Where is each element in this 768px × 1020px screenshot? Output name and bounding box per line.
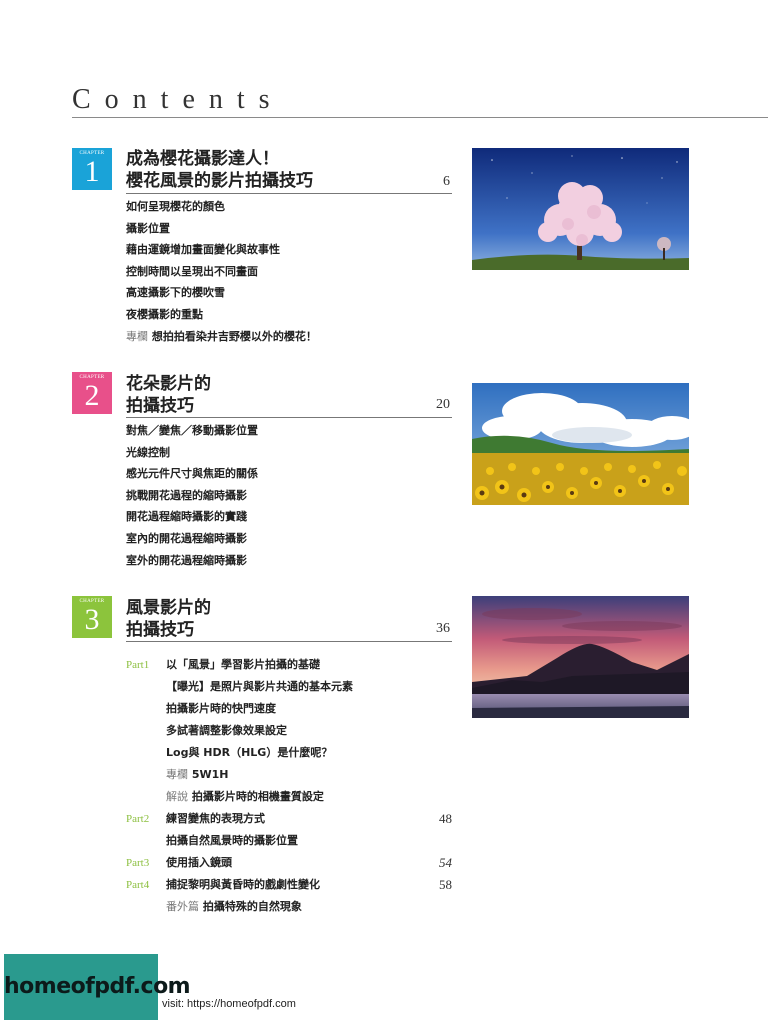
toc-item[interactable]: 拍攝影片時的快門速度 xyxy=(126,698,452,720)
toc-item[interactable]: 藉由運鏡增加畫面變化與故事性 xyxy=(126,239,317,261)
toc-item[interactable]: 解說 拍攝影片時的相機畫質設定 xyxy=(126,786,452,808)
chapter-3-rule xyxy=(126,641,452,642)
toc-item[interactable]: 專欄 5W1H xyxy=(126,764,452,786)
item-prefix: 番外篇 xyxy=(166,900,199,913)
toc-item[interactable]: Part1 以「風景」學習影片拍攝的基礎 xyxy=(126,654,452,676)
toc-item[interactable]: Part2 練習變焦的表現方式 48 xyxy=(126,808,452,830)
toc-item-text: 練習變焦的表現方式 xyxy=(166,812,265,825)
toc-item-text: 開花過程縮時攝影的實踐 xyxy=(126,510,247,524)
part-label: Part3 xyxy=(126,857,150,869)
toc-item[interactable]: 挑戰開花過程的縮時攝影 xyxy=(126,485,258,507)
toc-item-text: 想拍拍看染井吉野櫻以外的櫻花！ xyxy=(151,329,317,343)
item-page: 48 xyxy=(439,811,452,826)
mount-fuji-photo xyxy=(472,596,689,718)
item-page: 58 xyxy=(439,877,452,892)
toc-item-text: 對焦／變焦／移動攝影位置 xyxy=(126,424,258,437)
visit-link[interactable]: visit: https://homeofpdf.com xyxy=(162,998,296,1010)
item-prefix: 專欄 xyxy=(166,768,188,781)
item-page: 54 xyxy=(439,855,452,870)
sunflower-field-photo xyxy=(472,383,689,505)
toc-item[interactable]: Part4 捕捉黎明與黃昏時的戲劇性變化 58 xyxy=(126,874,452,896)
toc-item-text: Log與 HDR（HLG）是什麼呢？ xyxy=(166,746,333,759)
toc-item-text: 捕捉黎明與黃昏時的戲劇性變化 xyxy=(166,878,320,891)
toc-item[interactable]: 多試著調整影像效果設定 xyxy=(126,720,452,742)
toc-item[interactable]: 拍攝自然風景時的攝影位置 xyxy=(126,830,452,852)
chapter-1-rule xyxy=(126,193,452,194)
chapter-3-title[interactable]: 風景影片的 拍攝技巧 xyxy=(126,597,211,641)
toc-item-text: 藉由運鏡增加畫面變化與故事性 xyxy=(126,243,280,257)
toc-item-text: 拍攝影片時的快門速度 xyxy=(166,702,276,715)
title-divider xyxy=(72,117,768,118)
toc-item[interactable]: 如何呈現櫻花的顏色 xyxy=(126,196,317,218)
item-prefix: 解說 xyxy=(166,790,188,803)
toc-item-text: 使用插入鏡頭 xyxy=(166,856,232,869)
toc-item[interactable]: 攝影位置 xyxy=(126,218,317,240)
toc-item-text: 拍攝自然風景時的攝影位置 xyxy=(166,834,298,847)
toc-item-text: 5W1H xyxy=(191,768,229,781)
toc-item-text: 控制時間以呈現出不同畫面 xyxy=(126,264,258,278)
toc-item[interactable]: 【曝光】是照片與影片共通的基本元素 xyxy=(126,676,452,698)
chapter-1-items: 如何呈現櫻花的顏色 攝影位置 藉由運鏡增加畫面變化與故事性 控制時間以呈現出不同… xyxy=(126,196,317,347)
toc-item[interactable]: 對焦／變焦／移動攝影位置 xyxy=(126,420,258,442)
part-label: Part4 xyxy=(126,879,150,891)
toc-item-text: 挑戰開花過程的縮時攝影 xyxy=(126,488,247,502)
toc-item-text: 高速攝影下的櫻吹雪 xyxy=(126,286,225,300)
chapter-title-line: 拍攝技巧 xyxy=(126,396,194,416)
toc-item-text: 感光元件尺寸與焦距的關係 xyxy=(126,467,258,481)
toc-item-text: 夜櫻攝影的重點 xyxy=(126,307,203,321)
chapter-3-page: 36 xyxy=(436,621,450,636)
chapter-2-items: 對焦／變焦／移動攝影位置 光線控制 感光元件尺寸與焦距的關係 挑戰開花過程的縮時… xyxy=(126,420,258,571)
cherry-blossom-photo xyxy=(472,148,689,270)
chapter-2-title[interactable]: 花朵影片的 拍攝技巧 xyxy=(126,373,211,417)
toc-item[interactable]: 控制時間以呈現出不同畫面 xyxy=(126,261,317,283)
chapter-title-line: 拍攝技巧 xyxy=(126,620,194,640)
toc-item[interactable]: 光線控制 xyxy=(126,442,258,464)
toc-item[interactable]: 專欄 想拍拍看染井吉野櫻以外的櫻花！ xyxy=(126,326,317,348)
part-label: Part1 xyxy=(126,659,150,671)
chapter-number: 1 xyxy=(84,155,100,188)
page-title: Contents xyxy=(72,84,284,115)
chapter-2-rule xyxy=(126,417,452,418)
chapter-title-line: 花朵影片的 xyxy=(126,374,211,394)
toc-item[interactable]: 夜櫻攝影的重點 xyxy=(126,304,317,326)
homeofpdf-logo[interactable]: homeofpdf.com xyxy=(4,954,191,1020)
toc-item-text: 光線控制 xyxy=(126,445,170,459)
chapter-3-items: Part1 以「風景」學習影片拍攝的基礎 【曝光】是照片與影片共通的基本元素 拍… xyxy=(126,654,452,918)
toc-item-text: 【曝光】是照片與影片共通的基本元素 xyxy=(166,680,353,693)
toc-item[interactable]: 番外篇 拍攝特殊的自然現象 xyxy=(126,896,452,918)
item-prefix: 專欄 xyxy=(126,329,148,343)
toc-item[interactable]: 感光元件尺寸與焦距的關係 xyxy=(126,463,258,485)
toc-item-text: 以「風景」學習影片拍攝的基礎 xyxy=(166,658,320,671)
toc-item[interactable]: 室外的開花過程縮時攝影 xyxy=(126,550,258,572)
toc-item-text: 室內的開花過程縮時攝影 xyxy=(126,531,247,545)
toc-item[interactable]: Part3 使用插入鏡頭 54 xyxy=(126,852,452,874)
toc-item-text: 拍攝影片時的相機畫質設定 xyxy=(191,790,324,803)
chapter-1-page: 6 xyxy=(443,174,450,189)
toc-item-text: 多試著調整影像效果設定 xyxy=(166,724,287,737)
chapter-2-page: 20 xyxy=(436,397,450,412)
toc-item-text: 如何呈現櫻花的顏色 xyxy=(126,200,225,213)
chapter-title-line: 風景影片的 xyxy=(126,598,211,618)
toc-item-text: 攝影位置 xyxy=(126,221,170,235)
chapter-number: 3 xyxy=(84,603,100,636)
chapter-title-line: 櫻花風景的影片拍攝技巧 xyxy=(126,171,313,191)
chapter-number: 2 xyxy=(84,379,100,412)
toc-item[interactable]: Log與 HDR（HLG）是什麼呢？ xyxy=(126,742,452,764)
chapter-1-badge: CHAPTER 1 xyxy=(72,148,112,190)
chapter-2-badge: CHAPTER 2 xyxy=(72,372,112,414)
toc-item[interactable]: 室內的開花過程縮時攝影 xyxy=(126,528,258,550)
toc-item-text: 室外的開花過程縮時攝影 xyxy=(126,553,247,567)
chapter-title-line: 成為櫻花攝影達人！ xyxy=(126,149,279,169)
toc-item-text: 拍攝特殊的自然現象 xyxy=(202,900,302,913)
part-label: Part2 xyxy=(126,813,150,825)
toc-item[interactable]: 高速攝影下的櫻吹雪 xyxy=(126,282,317,304)
chapter-1-title[interactable]: 成為櫻花攝影達人！ 櫻花風景的影片拍攝技巧 xyxy=(126,148,313,192)
chapter-3-badge: CHAPTER 3 xyxy=(72,596,112,638)
toc-item[interactable]: 開花過程縮時攝影的實踐 xyxy=(126,506,258,528)
